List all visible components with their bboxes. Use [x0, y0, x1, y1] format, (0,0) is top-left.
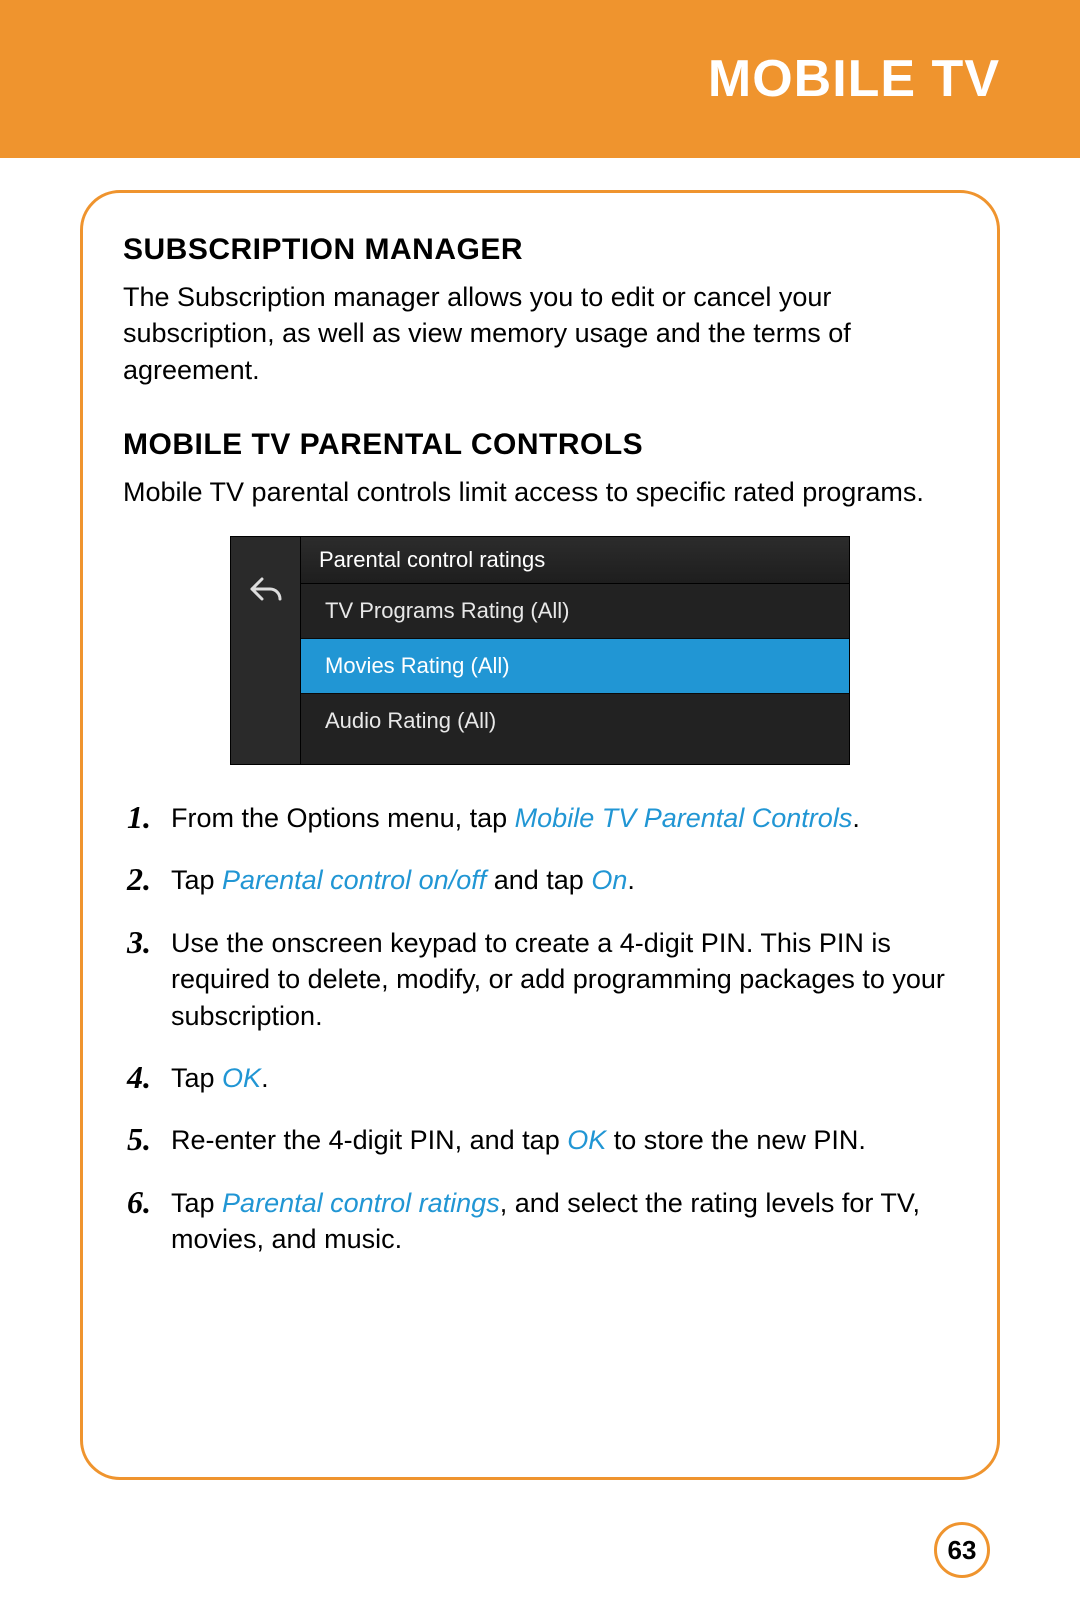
instruction-steps: From the Options menu, tap Mobile TV Par… [123, 800, 957, 1258]
content-panel: SUBSCRIPTION MANAGER The Subscription ma… [80, 190, 1000, 1480]
step-2-text-b: . [627, 865, 635, 895]
step-1-text-b: . [852, 803, 860, 833]
step-4-text-b: . [261, 1063, 269, 1093]
step-2: Tap Parental control on/off and tap On. [127, 862, 957, 898]
step-6-highlight: Parental control ratings [222, 1188, 500, 1218]
step-5-highlight: OK [567, 1125, 606, 1155]
ratings-item-audio: Audio Rating (All) [301, 694, 849, 764]
step-3-text: Use the onscreen keypad to create a 4-di… [171, 928, 945, 1031]
step-5-text-a: Re-enter the 4-digit PIN, and tap [171, 1125, 567, 1155]
step-6-text-a: Tap [171, 1188, 222, 1218]
subscription-manager-heading: SUBSCRIPTION MANAGER [123, 233, 957, 267]
parental-ratings-screenshot: Parental control ratings TV Programs Rat… [230, 536, 850, 765]
ratings-item-tv: TV Programs Rating (All) [301, 584, 849, 639]
step-3: Use the onscreen keypad to create a 4-di… [127, 925, 957, 1034]
step-1-text-a: From the Options menu, tap [171, 803, 515, 833]
step-4: Tap OK. [127, 1060, 957, 1096]
step-4-highlight: OK [222, 1063, 261, 1093]
parental-controls-heading: MOBILE TV PARENTAL CONTROLS [123, 428, 957, 462]
step-2-highlight-2: On [591, 865, 627, 895]
parental-controls-text: Mobile TV parental controls limit access… [123, 474, 957, 510]
back-column [231, 537, 301, 764]
step-5: Re-enter the 4-digit PIN, and tap OK to … [127, 1122, 957, 1158]
ratings-item-movies: Movies Rating (All) [301, 639, 849, 694]
subscription-manager-text: The Subscription manager allows you to e… [123, 279, 957, 388]
step-2-text-mid: and tap [486, 865, 591, 895]
page-title: MOBILE TV [708, 49, 1000, 109]
page-number-value: 63 [948, 1535, 977, 1566]
page-number: 63 [934, 1522, 990, 1578]
ratings-list: Parental control ratings TV Programs Rat… [301, 537, 849, 764]
step-4-text-a: Tap [171, 1063, 222, 1093]
back-arrow-icon [250, 575, 282, 603]
step-5-text-b: to store the new PIN. [606, 1125, 866, 1155]
step-1: From the Options menu, tap Mobile TV Par… [127, 800, 957, 836]
step-1-highlight: Mobile TV Parental Controls [515, 803, 853, 833]
ratings-list-header: Parental control ratings [301, 537, 849, 584]
step-6: Tap Parental control ratings, and select… [127, 1185, 957, 1258]
step-2-text-a: Tap [171, 865, 222, 895]
page-header: MOBILE TV [0, 0, 1080, 158]
step-2-highlight-1: Parental control on/off [222, 865, 486, 895]
